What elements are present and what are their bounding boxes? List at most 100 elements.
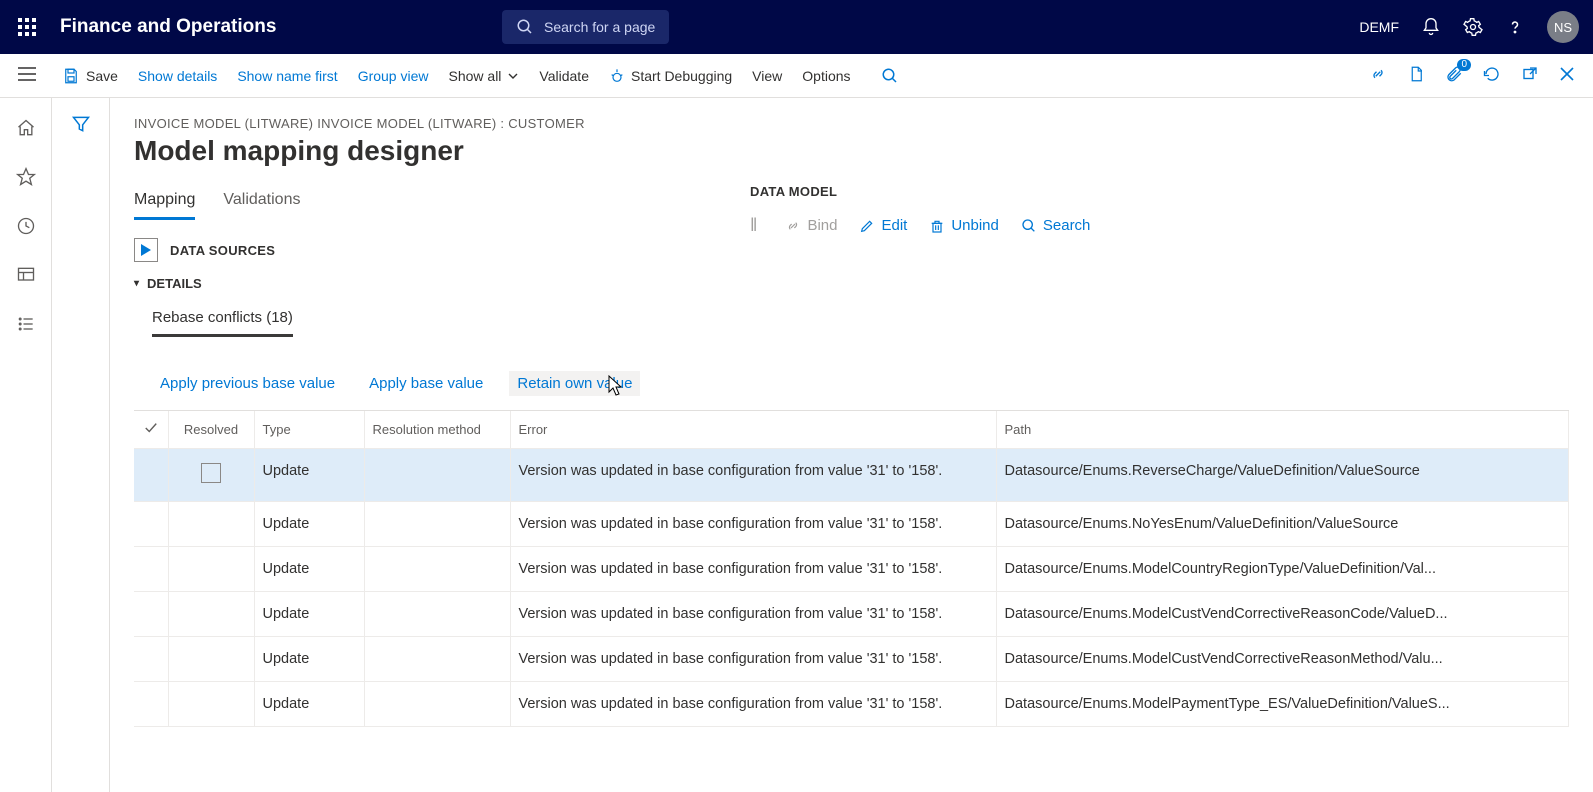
row-type: Update: [254, 547, 364, 592]
dm-search-button[interactable]: Search: [1021, 217, 1091, 234]
close-icon[interactable]: [1559, 66, 1575, 85]
star-icon[interactable]: [16, 167, 36, 190]
apply-prev-base-button[interactable]: Apply previous base value: [152, 371, 343, 396]
table-row[interactable]: Update Version was updated in base confi…: [134, 449, 1569, 502]
row-resolved[interactable]: [168, 449, 254, 502]
select-all-header[interactable]: [134, 411, 168, 449]
play-icon[interactable]: [134, 238, 158, 262]
options-button[interactable]: Options: [802, 68, 850, 84]
conflict-actions: Apply previous base value Apply base val…: [152, 371, 1569, 396]
filter-column: [52, 98, 110, 792]
row-select[interactable]: [134, 637, 168, 682]
row-error: Version was updated in base configuratio…: [510, 449, 996, 502]
row-resolved[interactable]: [168, 502, 254, 547]
bell-icon[interactable]: [1421, 17, 1441, 37]
row-error: Version was updated in base configuratio…: [510, 547, 996, 592]
row-resolution: [364, 682, 510, 727]
help-icon[interactable]: [1505, 17, 1525, 37]
show-name-first-button[interactable]: Show name first: [237, 68, 337, 84]
col-resolution[interactable]: Resolution method: [364, 411, 510, 449]
show-details-button[interactable]: Show details: [138, 68, 217, 84]
search-icon: [1021, 218, 1037, 234]
row-select[interactable]: [134, 449, 168, 502]
top-header: Finance and Operations Search for a page…: [0, 0, 1593, 54]
apply-base-button[interactable]: Apply base value: [361, 371, 491, 396]
col-resolved[interactable]: Resolved: [168, 411, 254, 449]
home-icon[interactable]: [16, 118, 36, 141]
action-bar: Save Show details Show name first Group …: [0, 54, 1593, 98]
link-icon[interactable]: [1369, 65, 1387, 86]
row-resolution: [364, 592, 510, 637]
popout-icon[interactable]: [1521, 65, 1539, 86]
bind-icon: [785, 218, 801, 234]
conflicts-table: Resolved Type Resolution method Error Pa…: [134, 411, 1569, 727]
toolbar-search-button[interactable]: [881, 67, 899, 85]
row-resolved[interactable]: [168, 592, 254, 637]
col-path[interactable]: Path: [996, 411, 1569, 449]
row-error: Version was updated in base configuratio…: [510, 682, 996, 727]
document-icon[interactable]: [1407, 65, 1425, 86]
main-content: INVOICE MODEL (LITWARE) INVOICE MODEL (L…: [110, 98, 1593, 792]
save-button[interactable]: Save: [62, 67, 118, 85]
row-select[interactable]: [134, 682, 168, 727]
data-sources-header: DATA SOURCES: [134, 238, 1569, 262]
details-toggle[interactable]: ▾ DETAILS: [134, 276, 1569, 291]
company-label[interactable]: DEMF: [1359, 19, 1399, 35]
bind-button: Bind: [785, 217, 837, 234]
save-icon: [62, 67, 80, 85]
view-button[interactable]: View: [752, 68, 782, 84]
table-row[interactable]: Update Version was updated in base confi…: [134, 682, 1569, 727]
row-path: Datasource/Enums.NoYesEnum/ValueDefiniti…: [996, 502, 1569, 547]
row-select[interactable]: [134, 592, 168, 637]
tab-mapping[interactable]: Mapping: [134, 191, 195, 220]
table-row[interactable]: Update Version was updated in base confi…: [134, 637, 1569, 682]
search-box[interactable]: Search for a page: [502, 10, 669, 44]
col-type[interactable]: Type: [254, 411, 364, 449]
row-select[interactable]: [134, 502, 168, 547]
data-model-title: DATA MODEL: [750, 184, 1090, 199]
edit-button[interactable]: Edit: [859, 217, 907, 234]
waffle-icon[interactable]: [18, 18, 36, 36]
gear-icon[interactable]: [1463, 17, 1483, 37]
workspace-icon[interactable]: [16, 265, 36, 288]
validate-button[interactable]: Validate: [539, 68, 589, 84]
unbind-button[interactable]: Unbind: [929, 217, 999, 234]
rebase-conflicts-tab[interactable]: Rebase conflicts (18): [152, 309, 293, 337]
show-all-dropdown[interactable]: Show all: [449, 68, 520, 84]
tab-validations[interactable]: Validations: [223, 191, 300, 217]
row-type: Update: [254, 637, 364, 682]
row-resolved[interactable]: [168, 637, 254, 682]
clock-icon[interactable]: [16, 216, 36, 239]
row-resolved[interactable]: [168, 682, 254, 727]
chevron-down-icon: [507, 70, 519, 82]
splitter-handle[interactable]: ‖: [750, 215, 757, 236]
page-title: Model mapping designer: [134, 135, 1569, 167]
table-row[interactable]: Update Version was updated in base confi…: [134, 502, 1569, 547]
table-row[interactable]: Update Version was updated in base confi…: [134, 547, 1569, 592]
row-resolution: [364, 449, 510, 502]
search-icon: [516, 18, 534, 36]
filter-icon[interactable]: [71, 114, 91, 792]
row-path: Datasource/Enums.ModelCustVendCorrective…: [996, 637, 1569, 682]
row-select[interactable]: [134, 547, 168, 592]
unbind-icon: [929, 218, 945, 234]
refresh-icon[interactable]: [1483, 65, 1501, 86]
col-error[interactable]: Error: [510, 411, 996, 449]
data-model-panel: DATA MODEL ‖ Bind Edit Unbind Search: [750, 184, 1090, 236]
left-rail: [0, 98, 52, 792]
table-row[interactable]: Update Version was updated in base confi…: [134, 592, 1569, 637]
user-avatar[interactable]: NS: [1547, 11, 1579, 43]
hamburger-icon[interactable]: [18, 66, 36, 85]
breadcrumb: INVOICE MODEL (LITWARE) INVOICE MODEL (L…: [134, 116, 1569, 131]
row-path: Datasource/Enums.ReverseCharge/ValueDefi…: [996, 449, 1569, 502]
row-resolution: [364, 637, 510, 682]
row-error: Version was updated in base configuratio…: [510, 637, 996, 682]
retain-own-button[interactable]: Retain own value: [509, 371, 640, 396]
attachment-icon[interactable]: 0: [1445, 65, 1463, 86]
row-resolved[interactable]: [168, 547, 254, 592]
list-icon[interactable]: [16, 314, 36, 337]
checkbox[interactable]: [201, 463, 221, 483]
group-view-button[interactable]: Group view: [358, 68, 429, 84]
row-path: Datasource/Enums.ModelCustVendCorrective…: [996, 592, 1569, 637]
start-debugging-button[interactable]: Start Debugging: [609, 68, 732, 84]
